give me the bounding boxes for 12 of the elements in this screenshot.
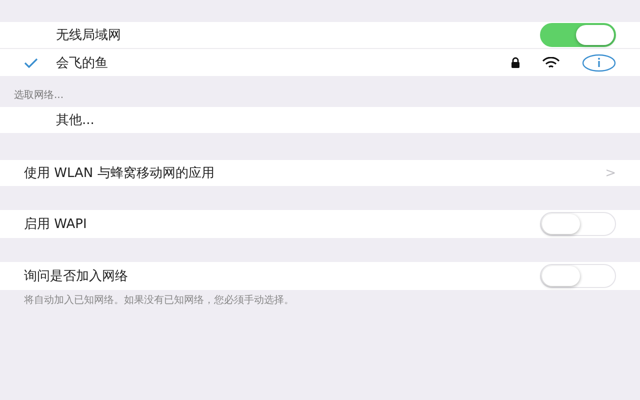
ask-to-join-label: 询问是否加入网络: [24, 268, 129, 285]
wapi-label: 启用 WAPI: [24, 216, 88, 233]
wapi-toggle[interactable]: [540, 212, 616, 236]
section-header: 选取网络...: [13, 88, 65, 103]
wlan-toggle[interactable]: [540, 23, 616, 47]
info-icon[interactable]: [582, 54, 616, 72]
footer-note: 将自动加入已知网络。如果没有已知网络，您必须手动选择。: [23, 294, 295, 308]
wifi-icon: [542, 56, 560, 68]
chevron-icon: >: [605, 166, 616, 180]
apps-label[interactable]: 使用 WLAN 与蜂窝移动网的应用: [24, 164, 606, 182]
ask-to-join-toggle[interactable]: [540, 264, 616, 288]
wlan-label: 无线局域网: [56, 27, 122, 44]
